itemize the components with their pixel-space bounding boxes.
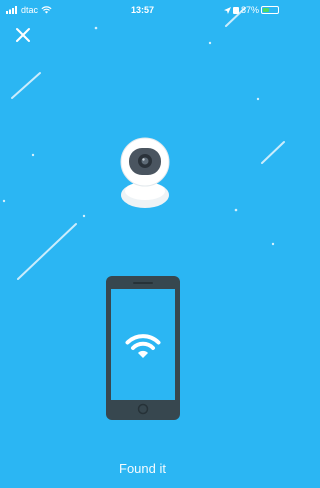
- status-time: 13:57: [130, 5, 155, 15]
- shooting-star: [261, 141, 285, 164]
- star: [271, 242, 275, 246]
- security-camera-icon: [120, 137, 170, 208]
- star: [31, 153, 35, 157]
- star: [2, 199, 6, 203]
- star: [94, 26, 98, 30]
- shooting-star: [11, 72, 41, 99]
- star: [82, 214, 86, 218]
- battery-charge-fill: [263, 8, 269, 12]
- star: [208, 41, 212, 45]
- star: [234, 208, 238, 212]
- status-bar: dtac 13:57 87%: [0, 0, 285, 20]
- found-it-button[interactable]: Found it: [0, 461, 285, 476]
- close-button[interactable]: [14, 26, 32, 44]
- shooting-star: [17, 223, 77, 280]
- close-icon: [16, 28, 30, 42]
- star: [256, 97, 260, 101]
- battery-icon: [261, 6, 279, 14]
- smartphone-icon: [106, 276, 180, 420]
